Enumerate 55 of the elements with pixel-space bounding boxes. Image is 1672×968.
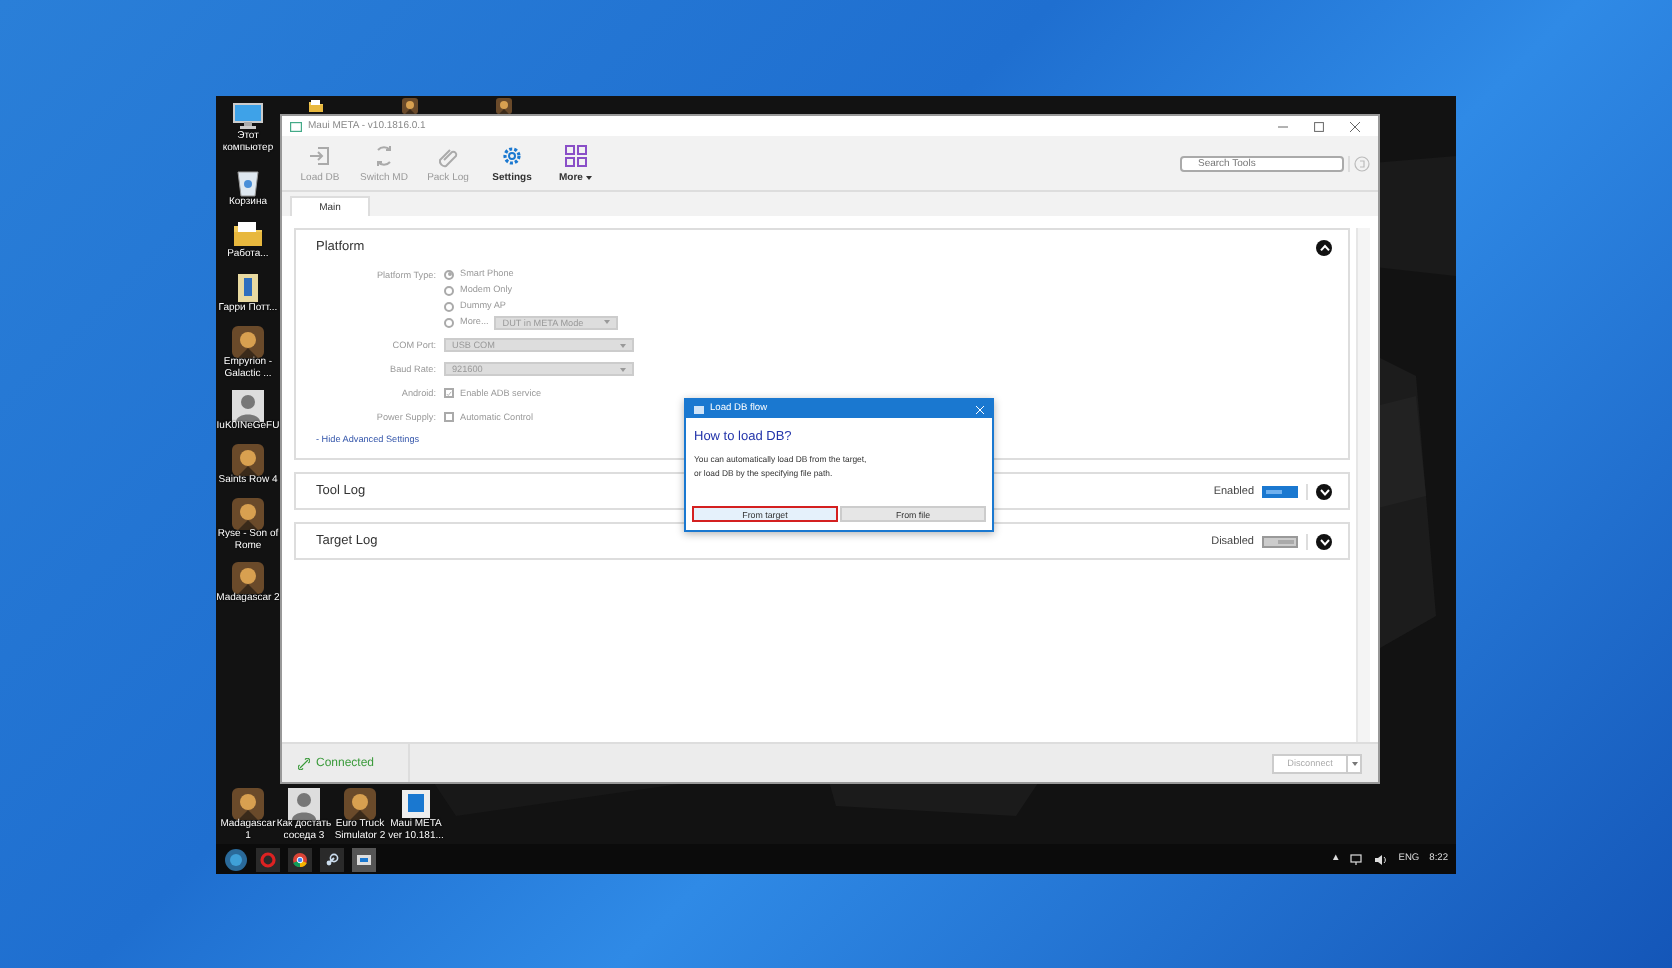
taskbar-app[interactable] bbox=[352, 847, 376, 871]
dropdown-button[interactable] bbox=[1346, 755, 1360, 771]
caret-down-icon bbox=[586, 175, 593, 179]
sign-in-icon bbox=[308, 143, 332, 167]
book-icon bbox=[232, 272, 264, 304]
game-icon bbox=[232, 562, 264, 595]
game-icon bbox=[232, 497, 264, 530]
radio-button[interactable] bbox=[444, 269, 454, 279]
scrollbar[interactable] bbox=[1356, 228, 1370, 742]
caret-down-icon bbox=[1319, 537, 1329, 545]
caret-up-icon bbox=[1319, 243, 1329, 251]
paperclip-icon bbox=[436, 143, 460, 167]
toggle-switch[interactable] bbox=[1262, 485, 1298, 497]
expand-button[interactable] bbox=[1316, 483, 1332, 499]
radio-button[interactable] bbox=[444, 285, 454, 295]
avatar-icon bbox=[232, 390, 264, 423]
caret-down-icon bbox=[1319, 487, 1329, 495]
checkbox[interactable] bbox=[444, 412, 454, 422]
caret-down-icon bbox=[1351, 761, 1357, 765]
caret-down-icon bbox=[620, 367, 626, 371]
link-icon bbox=[298, 757, 310, 769]
radio-button[interactable] bbox=[444, 301, 454, 311]
maximize-button[interactable] bbox=[1314, 121, 1324, 131]
checkbox[interactable] bbox=[444, 388, 454, 398]
steam-icon bbox=[324, 851, 340, 867]
window-icon bbox=[356, 851, 372, 867]
computer-icon bbox=[232, 100, 264, 132]
game-icon bbox=[232, 325, 264, 358]
collapse-button[interactable] bbox=[1316, 239, 1332, 255]
recycle-bin-icon bbox=[232, 165, 264, 197]
game-icon bbox=[232, 788, 264, 820]
taskbar-app[interactable] bbox=[320, 847, 344, 871]
volume-icon[interactable] bbox=[1374, 853, 1389, 865]
game-icon bbox=[344, 788, 376, 820]
app-icon bbox=[400, 788, 432, 820]
chrome-icon bbox=[292, 851, 308, 867]
settings-icon bbox=[500, 143, 524, 167]
caret-down-icon bbox=[604, 320, 611, 324]
grid-icon bbox=[564, 143, 588, 167]
game-icon bbox=[232, 444, 264, 476]
taskbar-app[interactable] bbox=[288, 847, 312, 871]
toggle-switch[interactable] bbox=[1262, 535, 1298, 547]
avatar-icon bbox=[288, 788, 320, 820]
close-button[interactable] bbox=[1350, 121, 1360, 131]
network-icon[interactable] bbox=[1350, 853, 1365, 865]
ring-icon bbox=[260, 851, 276, 867]
refresh-icon bbox=[372, 143, 396, 167]
radio-button[interactable] bbox=[444, 317, 454, 327]
caret-down-icon bbox=[620, 343, 626, 347]
expand-button[interactable] bbox=[1316, 533, 1332, 549]
window-icon bbox=[694, 405, 704, 413]
start-button[interactable] bbox=[224, 847, 248, 871]
check-icon bbox=[446, 389, 452, 397]
window-icon bbox=[290, 121, 302, 131]
folder-icon bbox=[232, 218, 264, 251]
